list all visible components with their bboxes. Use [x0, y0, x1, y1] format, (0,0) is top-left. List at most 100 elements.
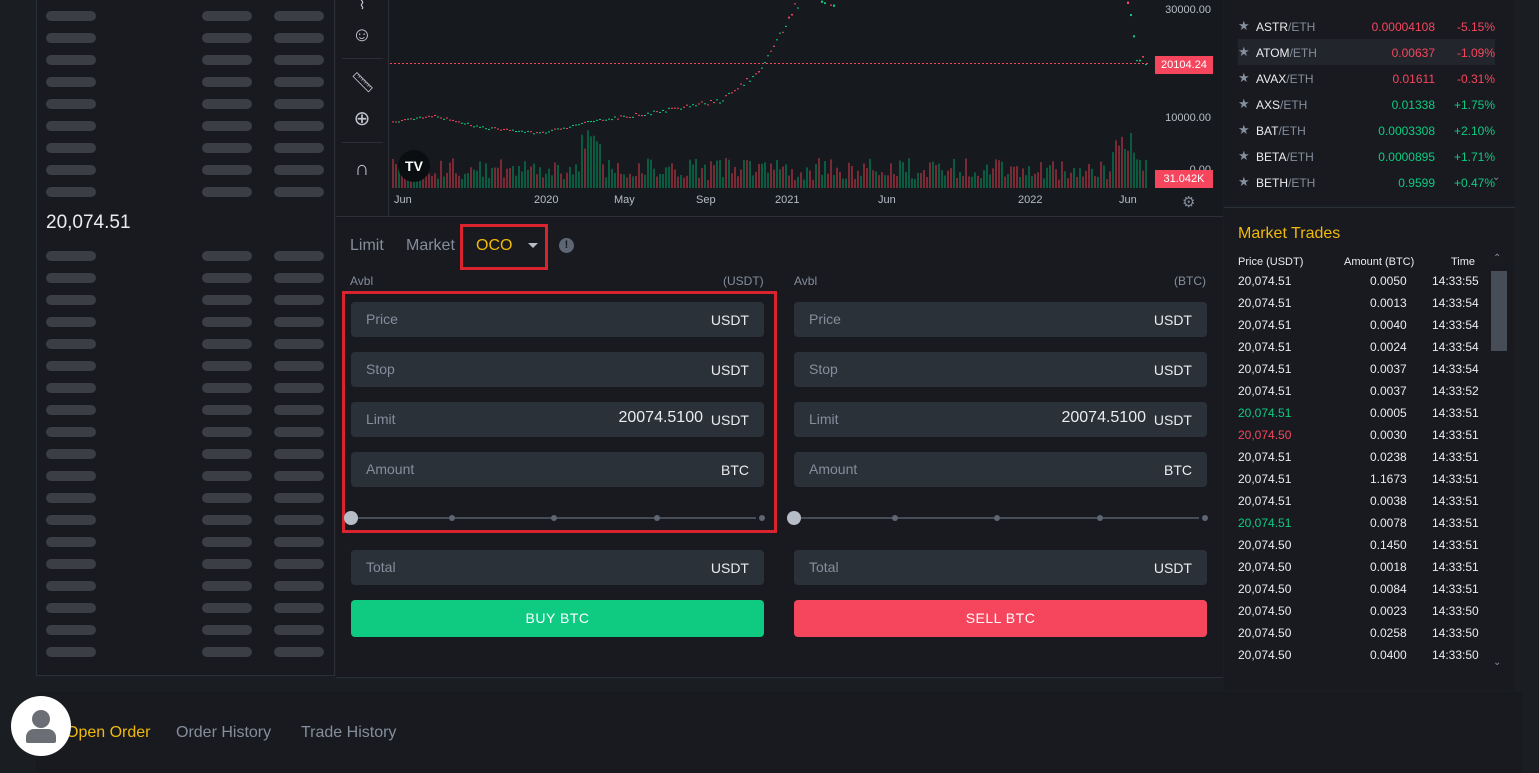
orderbook-row[interactable] [37, 361, 336, 371]
volume-bar [938, 163, 940, 188]
pairs-scrollbar[interactable]: ⌄ [1492, 0, 1500, 190]
trade-amount: 0.0013 [1370, 296, 1407, 310]
orderbook-row[interactable] [37, 427, 336, 437]
tab-market[interactable]: Market [406, 237, 455, 255]
orderbook-row[interactable] [37, 11, 336, 21]
emoji-icon[interactable]: ☺ [350, 23, 374, 47]
volume-bar [989, 174, 991, 188]
pair-row[interactable]: ★ ASTR/ETH 0.00004108 -5.15% [1238, 13, 1495, 39]
volume-bar [875, 171, 877, 188]
trades-scrollbar[interactable]: ⌃ ⌄ [1489, 253, 1507, 683]
sell-amount-field[interactable]: Amount BTC [794, 452, 1207, 487]
volume-bar [860, 175, 862, 188]
chevron-down-icon[interactable]: ⌄ [1493, 657, 1501, 668]
star-icon[interactable]: ★ [1238, 18, 1250, 34]
buy-limit-field[interactable]: Limit 20074.5100 USDT [351, 402, 764, 437]
sell-amount-slider[interactable] [787, 511, 1208, 525]
chart-plot[interactable] [390, 0, 1150, 188]
orderbook-row[interactable] [37, 581, 336, 591]
pair-row[interactable]: ★ AXS/ETH 0.01338 +1.75% [1238, 91, 1495, 117]
tab-limit[interactable]: Limit [350, 237, 384, 255]
orderbook-row[interactable] [37, 165, 336, 175]
zoom-in-icon[interactable]: ⊕ [350, 107, 374, 131]
ruler-icon[interactable]: 📏︎ [350, 71, 375, 95]
orderbook-row[interactable] [37, 339, 336, 349]
pair-row[interactable]: ★ AVAX/ETH 0.01611 -0.31% [1238, 65, 1495, 91]
pair-row[interactable]: ★ ATOM/ETH 0.00637 -1.09% [1238, 39, 1495, 65]
volume-bar [503, 177, 505, 188]
candle [524, 131, 526, 133]
star-icon[interactable]: ★ [1238, 148, 1250, 164]
orderbook-row[interactable] [37, 559, 336, 569]
orderbook-row[interactable] [37, 537, 336, 547]
star-icon[interactable]: ★ [1238, 70, 1250, 86]
volume-bar [1085, 170, 1087, 188]
draw-tool-icon[interactable]: ⌇ [350, 0, 374, 16]
magnet-icon[interactable]: ∩ [350, 157, 374, 181]
orderbook-row[interactable] [37, 383, 336, 393]
sell-total-field[interactable]: Total USDT [794, 550, 1207, 585]
tab-trade-history[interactable]: Trade History [301, 724, 396, 742]
volume-bar [1031, 176, 1033, 188]
trade-row: 20,074.51 0.0005 14:33:51 [1238, 404, 1483, 426]
orderbook-row[interactable] [37, 143, 336, 153]
slider-handle[interactable] [344, 511, 358, 525]
buy-amount-field[interactable]: Amount BTC [351, 452, 764, 487]
trade-row: 20,074.51 0.0040 14:33:54 [1238, 316, 1483, 338]
sell-button[interactable]: SELL BTC [794, 600, 1207, 637]
buy-total-field[interactable]: Total USDT [351, 550, 764, 585]
volume-bar [731, 173, 733, 188]
star-icon[interactable]: ★ [1238, 122, 1250, 138]
volume-bar [911, 178, 913, 188]
buy-stop-field[interactable]: Stop USDT [351, 352, 764, 387]
sell-price-field[interactable]: Price USDT [794, 302, 1207, 337]
orderbook-row[interactable] [37, 449, 336, 459]
chevron-down-icon[interactable]: ⌄ [1492, 172, 1500, 183]
chart-settings-icon[interactable]: ⚙ [1182, 193, 1195, 211]
orderbook-row[interactable] [37, 187, 336, 197]
volume-bar [527, 169, 529, 188]
buy-button[interactable]: BUY BTC [351, 600, 764, 637]
info-icon[interactable]: ! [559, 238, 574, 253]
orderbook-row[interactable] [37, 99, 336, 109]
candle [767, 55, 769, 57]
star-icon[interactable]: ★ [1238, 44, 1250, 60]
candle [548, 131, 550, 133]
volume-bar [524, 161, 526, 188]
buy-price-field[interactable]: Price USDT [351, 302, 764, 337]
orderbook-row[interactable] [37, 121, 336, 131]
sell-limit-field[interactable]: Limit 20074.5100 USDT [794, 402, 1207, 437]
orderbook-row[interactable] [37, 273, 336, 283]
scroll-thumb[interactable] [1491, 271, 1507, 351]
pair-row[interactable]: ★ BETH/ETH 0.9599 +0.47% [1238, 169, 1495, 195]
orderbook-row[interactable] [37, 515, 336, 525]
orderbook-row[interactable] [37, 471, 336, 481]
orderbook-row[interactable] [37, 55, 336, 65]
volume-bar [935, 165, 937, 188]
volume-bar [815, 163, 817, 188]
orderbook-row[interactable] [37, 647, 336, 657]
toolbar-divider [342, 142, 383, 143]
orderbook-row[interactable] [37, 405, 336, 415]
pair-row[interactable]: ★ BETA/ETH 0.0000895 +1.71% [1238, 143, 1495, 169]
buy-amount-slider[interactable] [344, 511, 765, 525]
tab-open-order[interactable]: Open Order [66, 724, 150, 742]
orderbook-row[interactable] [37, 317, 336, 327]
orderbook-row[interactable] [37, 77, 336, 87]
orderbook-row[interactable] [37, 33, 336, 43]
orderbook-row[interactable] [37, 251, 336, 261]
orderbook-row[interactable] [37, 625, 336, 635]
avatar[interactable] [11, 696, 71, 756]
chevron-up-icon[interactable]: ⌃ [1493, 253, 1501, 264]
star-icon[interactable]: ★ [1238, 174, 1250, 190]
sell-stop-field[interactable]: Stop USDT [794, 352, 1207, 387]
orderbook-row[interactable] [37, 295, 336, 305]
orderbook-row[interactable] [37, 493, 336, 503]
pair-row[interactable]: ★ BAT/ETH 0.0003308 +2.10% [1238, 117, 1495, 143]
price-chart[interactable]: ⌇ ☺ 📏︎ ⊕ ∩ TV 30000.00 20104.24 10000.00… [336, 0, 1223, 216]
slider-handle[interactable] [787, 511, 801, 525]
star-icon[interactable]: ★ [1238, 96, 1250, 112]
orderbook-row[interactable] [37, 603, 336, 613]
tab-order-history[interactable]: Order History [176, 724, 271, 742]
volume-bar [764, 162, 766, 188]
